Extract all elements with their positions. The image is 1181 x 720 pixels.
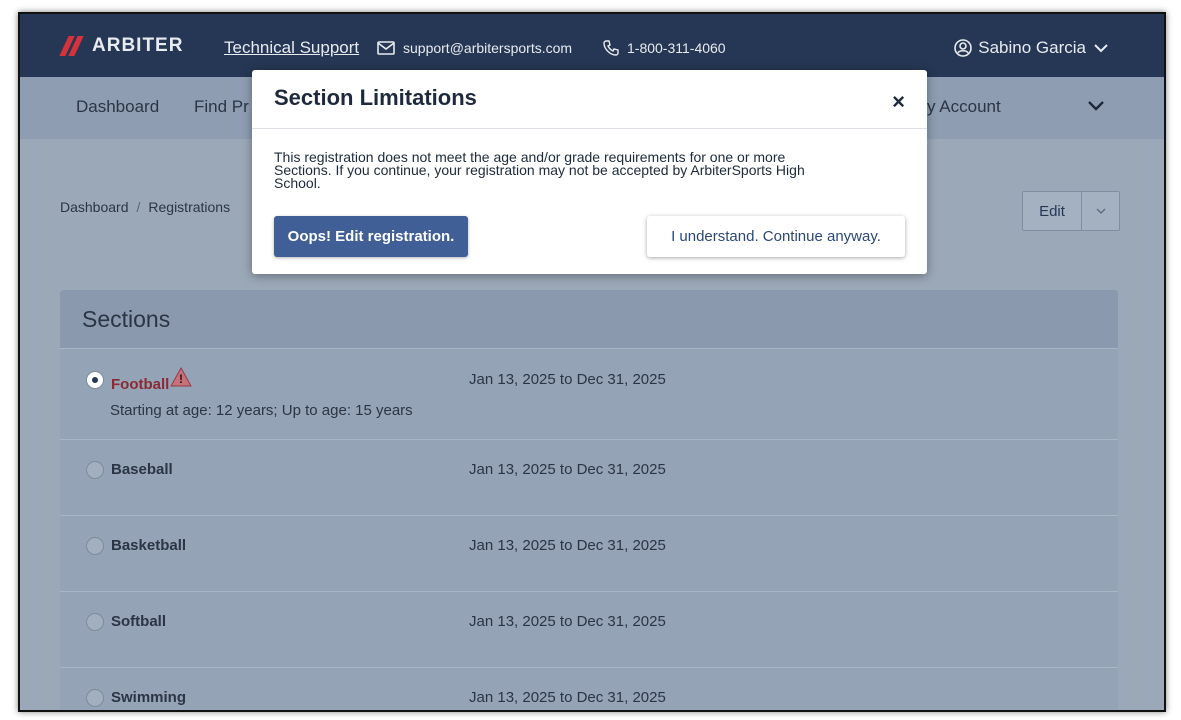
- svg-text:!: !: [179, 372, 183, 386]
- section-row-basketball[interactable]: Basketball Jan 13, 2025 to Dec 31, 2025: [60, 515, 1118, 591]
- email-text: support@arbitersports.com: [403, 40, 573, 56]
- continue-anyway-button[interactable]: I understand. Continue anyway.: [647, 216, 905, 257]
- section-row-softball[interactable]: Softball Jan 13, 2025 to Dec 31, 2025: [60, 591, 1118, 667]
- edit-button[interactable]: Edit: [1023, 192, 1082, 230]
- section-radio[interactable]: [86, 461, 104, 479]
- email-contact[interactable]: support@arbitersports.com: [377, 40, 572, 56]
- nav-item-find-programs[interactable]: Find Pr: [194, 97, 249, 117]
- modal-message-line: School.: [274, 175, 321, 191]
- sections-card: Sections Football ! Jan 13, 2025 to Dec …: [60, 290, 1118, 710]
- user-menu[interactable]: Sabino Garcia: [954, 38, 1114, 58]
- modal-divider: [252, 128, 927, 129]
- top-header: ARBITER Technical Support support@arbite…: [20, 14, 1164, 77]
- section-name: Basketball: [111, 537, 187, 554]
- envelope-icon: [377, 41, 395, 55]
- section-dates: Jan 13, 2025 to Dec 31, 2025: [469, 537, 666, 554]
- technical-support-link[interactable]: Technical Support: [224, 38, 359, 58]
- breadcrumb-registrations[interactable]: Registrations: [148, 199, 230, 215]
- phone-icon: [603, 40, 619, 56]
- modal-message-line: Sections. If you continue, your registra…: [274, 162, 805, 178]
- arbiter-logo[interactable]: ARBITER: [59, 35, 184, 57]
- breadcrumb-dashboard[interactable]: Dashboard: [60, 199, 129, 215]
- modal-message: This registration does not meet the age …: [274, 150, 884, 191]
- sections-header: Sections: [60, 290, 1118, 348]
- app-window: ARBITER Technical Support support@arbite…: [18, 12, 1166, 712]
- section-radio[interactable]: [86, 613, 104, 631]
- section-name: Baseball: [111, 461, 173, 478]
- close-icon[interactable]: ×: [892, 89, 905, 115]
- logo-text: ARBITER: [92, 35, 184, 56]
- arbiter-logo-icon: [59, 36, 86, 56]
- warning-icon: !: [170, 367, 192, 387]
- edit-split-button: Edit: [1022, 191, 1120, 231]
- section-radio[interactable]: [86, 371, 104, 389]
- section-name: Football: [111, 376, 170, 393]
- section-name: Swimming: [111, 689, 187, 706]
- section-limitations-modal: Section Limitations × This registration …: [252, 70, 927, 274]
- sections-title: Sections: [82, 306, 171, 332]
- edit-registration-button[interactable]: Oops! Edit registration.: [274, 216, 468, 257]
- section-age-limits: Starting at age: 12 years; Up to age: 15…: [110, 402, 413, 419]
- section-dates: Jan 13, 2025 to Dec 31, 2025: [469, 371, 666, 388]
- chevron-down-icon[interactable]: [1088, 99, 1104, 111]
- nav-item-dashboard[interactable]: Dashboard: [76, 97, 159, 117]
- section-row-baseball[interactable]: Baseball Jan 13, 2025 to Dec 31, 2025: [60, 439, 1118, 515]
- section-radio[interactable]: [86, 689, 104, 707]
- breadcrumb-separator: /: [136, 199, 141, 215]
- breadcrumb: Dashboard / Registrations: [60, 199, 230, 215]
- section-dates: Jan 13, 2025 to Dec 31, 2025: [469, 461, 666, 478]
- edit-dropdown-toggle[interactable]: [1082, 192, 1119, 230]
- chevron-down-icon: [1094, 44, 1108, 53]
- section-radio[interactable]: [86, 537, 104, 555]
- section-name: Softball: [111, 613, 166, 630]
- section-row-swimming[interactable]: Swimming Jan 13, 2025 to Dec 31, 2025: [60, 667, 1118, 710]
- section-dates: Jan 13, 2025 to Dec 31, 2025: [469, 613, 666, 630]
- section-dates: Jan 13, 2025 to Dec 31, 2025: [469, 689, 666, 706]
- chevron-down-icon: [1096, 208, 1105, 214]
- user-name: Sabino Garcia: [978, 38, 1086, 57]
- phone-contact[interactable]: 1-800-311-4060: [603, 40, 726, 56]
- modal-title: Section Limitations: [274, 85, 477, 110]
- phone-text: 1-800-311-4060: [627, 40, 726, 56]
- section-row-football[interactable]: Football ! Jan 13, 2025 to Dec 31, 2025 …: [60, 348, 1118, 439]
- user-circle-icon: [954, 39, 973, 57]
